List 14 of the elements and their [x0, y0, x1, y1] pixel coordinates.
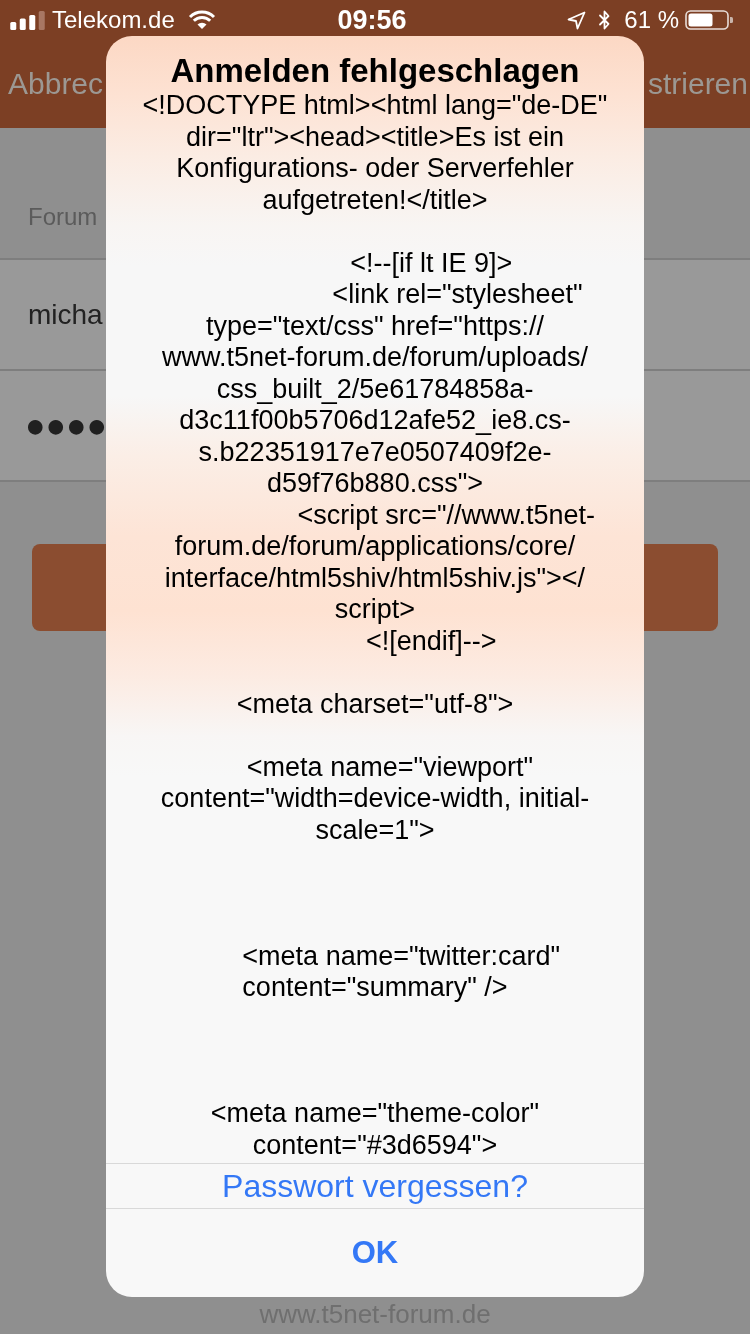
battery-percent: 61 %: [624, 6, 679, 34]
alert-title: Anmelden fehlgeschlagen: [169, 51, 581, 90]
wifi-icon: [187, 10, 216, 30]
bluetooth-icon: [598, 9, 612, 31]
alert-button[interactable]: OK: [106, 1209, 644, 1297]
nav-button[interactable]: strieren: [647, 66, 748, 102]
location-icon: [567, 10, 587, 30]
signal-icon: [10, 10, 45, 30]
status-time: 09:56: [337, 4, 407, 36]
nav-button[interactable]: Abbrec: [8, 66, 104, 102]
alert-button[interactable]: Passwort vergessen?: [106, 1164, 644, 1208]
carrier-name: Telekom.de: [52, 6, 175, 34]
battery-icon: [685, 10, 734, 30]
alert-message: <!DOCTYPE html><html lang="de-DE" dir="ltr"><head><title>Es ist ein Konfigurations- oder Serverfehler aufgetreten!</title> <!--[if lt IE 9]> <link rel="stylesheet" type="text/css" href="https:// www.t5net-forum.de/forum/uploads/ css_built_2/5e61784858a- d3c11f00b5706d12afe52_ie8.cs- s.b22351917e7e0507409f2e- d59f76b880.css"> <script src="//www.t5net- forum.de/forum/applications/core/ interface/html5shiv/html5shiv.js"></ script> <![endif]--> <meta charset="utf-8"> <meta name="viewport" content="width=device-width, initial- scale=1"> <meta name="twitter:card" content="summary" /> <meta name="theme-color" content="#3d6594">: [141, 90, 609, 1162]
